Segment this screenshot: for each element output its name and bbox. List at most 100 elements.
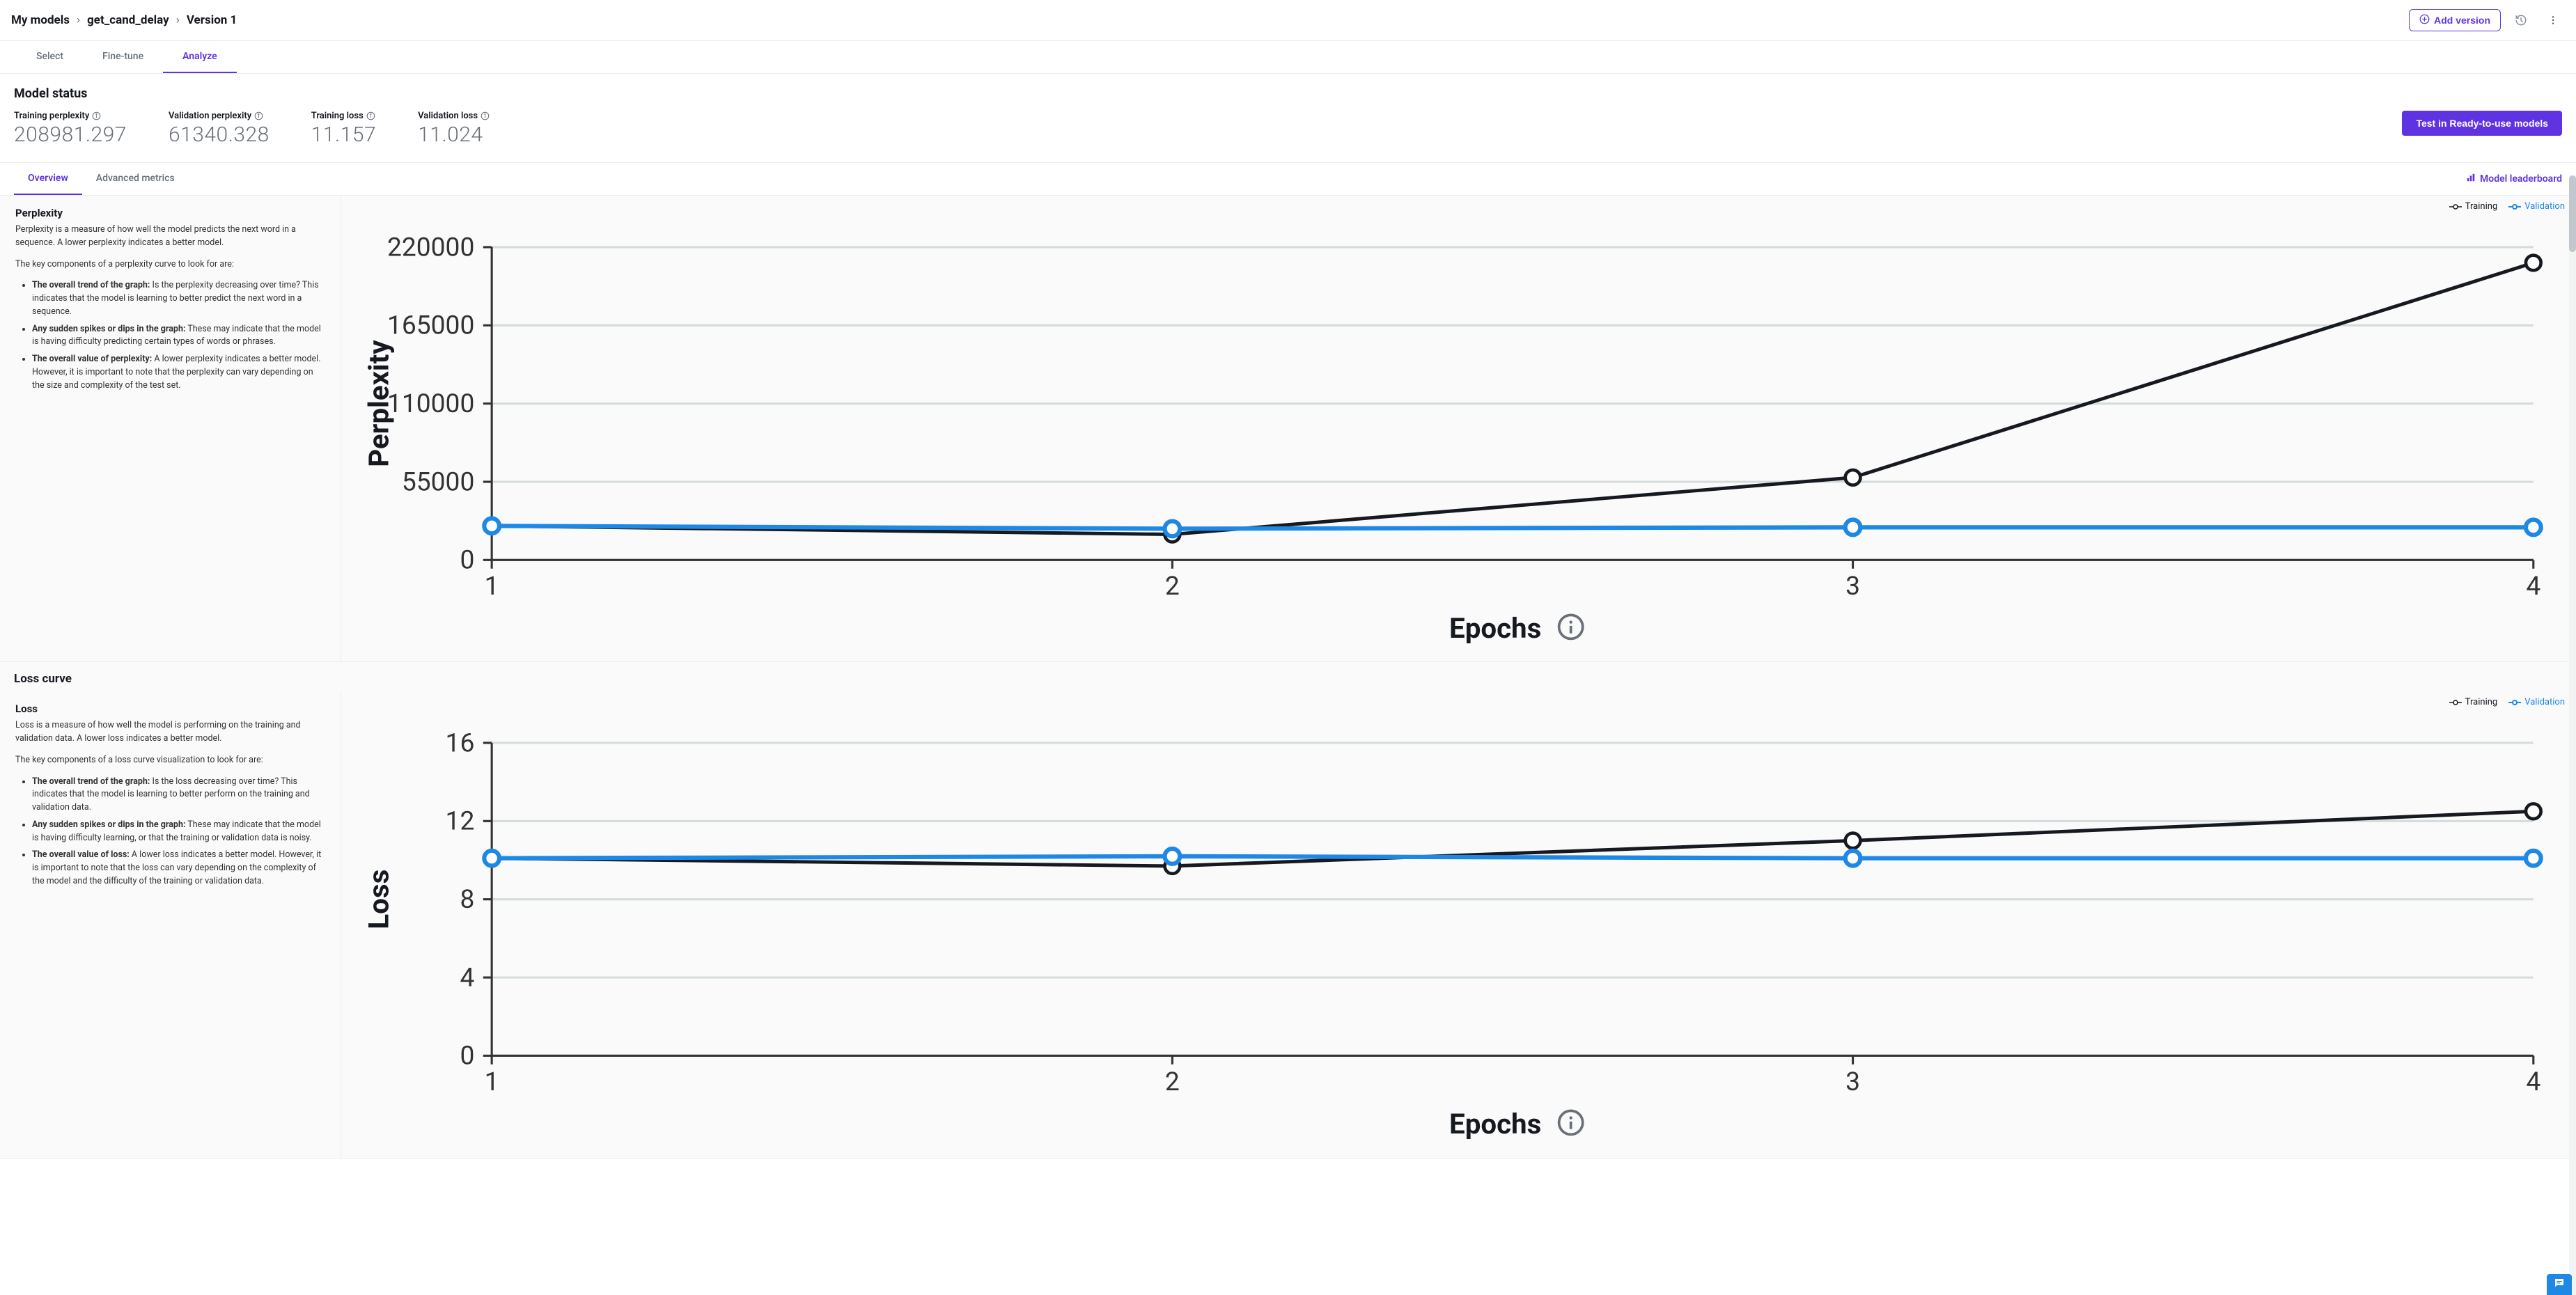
info-icon[interactable] (366, 111, 375, 120)
kebab-menu-icon[interactable] (2541, 8, 2565, 32)
scrollbar-track[interactable] (2569, 175, 2576, 1295)
scrollbar-thumb[interactable] (2569, 175, 2576, 252)
metric-validation-loss: Validation loss 11.024 (418, 111, 490, 147)
history-icon[interactable] (2509, 8, 2533, 32)
legend-training[interactable]: Training (2449, 697, 2497, 707)
legend-label: Training (2465, 697, 2497, 707)
perplexity-desc-text: Perplexity is a measure of how well the … (15, 223, 325, 250)
plus-circle-icon (2419, 14, 2430, 26)
tab-select[interactable]: Select (17, 41, 83, 73)
svg-text:4: 4 (460, 964, 474, 994)
loss-chart-area: Training Validation 04812161234LossEpoch… (341, 691, 2576, 1157)
svg-text:Loss: Loss (362, 870, 395, 929)
legend-training[interactable]: Training (2449, 201, 2497, 212)
breadcrumb-item: Version 1 (187, 13, 237, 27)
legend-label: Validation (2524, 201, 2565, 212)
svg-text:1: 1 (485, 1067, 499, 1097)
metric-label: Validation loss (418, 111, 478, 121)
perplexity-legend: Training Validation (2449, 201, 2565, 212)
metric-training-loss: Training loss 11.157 (311, 111, 376, 147)
add-version-label: Add version (2434, 15, 2490, 26)
list-item: Any sudden spikes or dips in the graph: … (32, 819, 325, 845)
loss-heading: Loss (15, 703, 325, 715)
subtab-advanced-metrics[interactable]: Advanced metrics (82, 163, 189, 195)
metric-value: 208981.297 (14, 123, 127, 147)
model-status-block: Model status Training perplexity 208981.… (0, 74, 2576, 163)
legend-validation[interactable]: Validation (2508, 201, 2565, 212)
legend-label: Validation (2524, 697, 2565, 707)
svg-text:3: 3 (1845, 572, 1860, 602)
svg-text:165000: 165000 (387, 311, 474, 341)
marker-icon (2508, 203, 2521, 210)
topbar: My models › get_cand_delay › Version 1 A… (0, 0, 2576, 41)
legend-label: Training (2465, 201, 2497, 212)
chevron-right-icon: › (176, 13, 180, 27)
tab-analyze[interactable]: Analyze (163, 41, 237, 73)
metric-label: Training perplexity (14, 111, 89, 121)
metrics-row: Training perplexity 208981.297 Validatio… (14, 111, 490, 147)
info-icon[interactable] (481, 111, 490, 120)
model-leaderboard-label: Model leaderboard (2480, 173, 2562, 185)
perplexity-description: Perplexity Perplexity is a measure of ho… (0, 196, 341, 661)
perplexity-chart-area: Training Validation 0 55000 110000 165000 22… (341, 196, 2576, 661)
svg-text:110000: 110000 (387, 389, 474, 419)
add-version-button[interactable]: Add version (2409, 9, 2501, 31)
bar-chart-icon (2466, 173, 2476, 185)
topbar-actions: Add version (2409, 8, 2565, 32)
svg-text:16: 16 (446, 729, 475, 759)
loss-desc-text: Loss is a measure of how well the model … (15, 719, 325, 746)
breadcrumb-item[interactable]: My models (11, 13, 70, 27)
breadcrumb: My models › get_cand_delay › Version 1 (11, 13, 237, 27)
svg-text:2: 2 (1165, 1067, 1180, 1097)
svg-text:55000: 55000 (402, 467, 474, 497)
metric-training-perplexity: Training perplexity 208981.297 (14, 111, 127, 147)
marker-icon (2449, 699, 2462, 706)
list-item: The overall value of loss: A lower loss … (32, 849, 325, 888)
model-leaderboard-link[interactable]: Model leaderboard (2466, 164, 2562, 194)
marker-icon (2449, 203, 2462, 210)
svg-text:4: 4 (2526, 572, 2540, 602)
loss-panel: Loss Loss is a measure of how well the m… (0, 691, 2576, 1158)
legend-validation[interactable]: Validation (2508, 697, 2565, 707)
list-item: The overall trend of the graph: Is the l… (32, 776, 325, 815)
loss-legend: Training Validation (2449, 697, 2565, 707)
metric-value: 11.024 (418, 123, 490, 147)
test-in-ready-button[interactable]: Test in Ready-to-use models (2402, 111, 2562, 136)
info-icon[interactable] (254, 111, 263, 120)
svg-text:Perplexity: Perplexity (362, 340, 395, 467)
marker-icon (2508, 699, 2521, 706)
info-icon[interactable] (92, 111, 101, 120)
svg-text:Epochs: Epochs (1449, 612, 1541, 645)
metric-label: Training loss (311, 111, 364, 121)
chevron-right-icon: › (77, 13, 80, 27)
perplexity-heading: Perplexity (15, 207, 325, 219)
perplexity-components-intro: The key components of a perplexity curve… (15, 258, 325, 272)
loss-description: Loss Loss is a measure of how well the m… (0, 691, 341, 1157)
svg-text:8: 8 (460, 885, 474, 915)
loss-chart: 04812161234LossEpochs (358, 700, 2559, 1142)
loss-components-intro: The key components of a loss curve visua… (15, 754, 325, 767)
metric-value: 61340.328 (169, 123, 270, 147)
chat-fab[interactable] (2547, 1274, 2572, 1295)
svg-text:3: 3 (1845, 1067, 1860, 1097)
secondary-tabs-row: Overview Advanced metrics Model leaderbo… (0, 163, 2576, 196)
tab-fine-tune[interactable]: Fine-tune (83, 41, 163, 73)
metric-label: Validation perplexity (169, 111, 251, 121)
metric-value: 11.157 (311, 123, 376, 147)
primary-tabs: Select Fine-tune Analyze (0, 41, 2576, 74)
svg-text:12: 12 (446, 807, 475, 837)
svg-text:0: 0 (460, 546, 474, 576)
list-item: The overall value of perplexity: A lower… (32, 353, 325, 392)
perplexity-chart: 0550001100001650002200001234PerplexityEp… (358, 204, 2559, 646)
svg-text:0: 0 (460, 1042, 474, 1072)
perplexity-panel: Perplexity Perplexity is a measure of ho… (0, 196, 2576, 662)
list-item: The overall trend of the graph: Is the p… (32, 279, 325, 318)
model-status-title: Model status (14, 86, 2562, 101)
subtab-overview[interactable]: Overview (14, 163, 82, 195)
list-item: Any sudden spikes or dips in the graph: … (32, 323, 325, 350)
svg-text:1: 1 (485, 572, 499, 602)
loss-curve-heading: Loss curve (0, 662, 2576, 691)
svg-text:220000: 220000 (387, 233, 474, 262)
svg-text:4: 4 (2526, 1067, 2540, 1097)
breadcrumb-item[interactable]: get_cand_delay (87, 13, 169, 27)
